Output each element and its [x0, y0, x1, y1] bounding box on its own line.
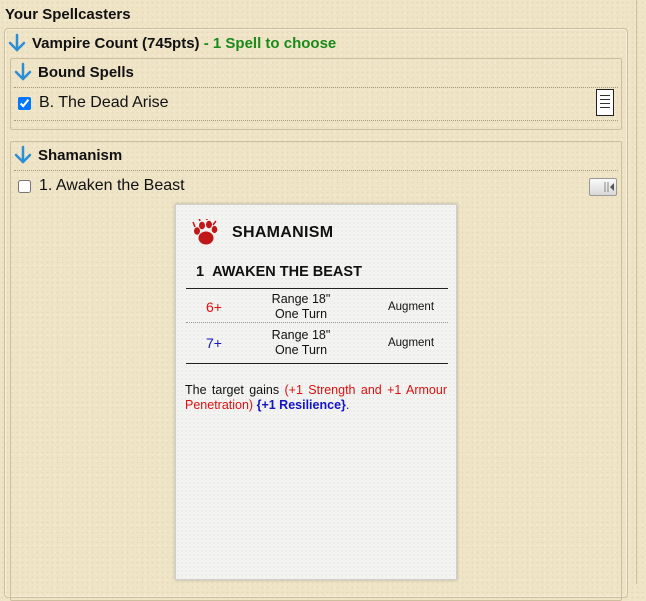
bound-spell-checkbox[interactable] [18, 96, 31, 110]
shamanism-title: Shamanism [38, 146, 123, 164]
divider [14, 170, 618, 171]
card-rule [186, 288, 448, 289]
spell-type: Augment [387, 337, 435, 349]
arrow-down-icon[interactable] [14, 145, 32, 165]
divider [14, 87, 618, 88]
bound-spells-header[interactable]: Bound Spells [14, 62, 134, 82]
range-text: Range 18" [271, 292, 331, 306]
shamanism-spell-row[interactable]: 1. Awaken the Beast [14, 177, 185, 195]
card-spell-title: 1 AWAKEN THE BEAST [196, 264, 362, 280]
arrow-down-icon[interactable] [8, 33, 26, 53]
description-text: The target gains [185, 383, 285, 397]
card-rule [186, 322, 448, 323]
casting-value: 6+ [206, 299, 222, 315]
spell-range: Range 18" One Turn [256, 292, 346, 322]
bound-spells-title: Bound Spells [38, 63, 134, 81]
spell-description: The target gains (+1 Strength and +1 Arm… [185, 383, 447, 413]
page-divider [636, 0, 637, 584]
spell-range: Range 18" One Turn [256, 328, 346, 358]
section-title: Your Spellcasters [5, 6, 131, 23]
spell-number: 1 [196, 264, 205, 280]
caster-header[interactable]: Vampire Count (745pts) - 1 Spell to choo… [8, 33, 336, 53]
arrow-down-icon[interactable] [14, 62, 32, 82]
range-text: Range 18" [271, 328, 331, 342]
shamanism-spell-checkbox[interactable] [18, 179, 31, 193]
spells-to-choose: 1 Spell to choose [212, 34, 337, 52]
shamanism-header[interactable]: Shamanism [14, 145, 122, 165]
bound-spell-label[interactable]: B. The Dead Arise [39, 94, 169, 112]
bound-spell-row[interactable]: B. The Dead Arise [14, 94, 169, 112]
card-rule [186, 363, 448, 364]
caster-separator: - [199, 34, 213, 52]
card-lore-title: SHAMANISM [232, 224, 334, 241]
duration-text: One Turn [274, 307, 328, 321]
document-icon[interactable] [596, 89, 614, 116]
paw-icon [192, 219, 218, 245]
spell-name: AWAKEN THE BEAST [212, 264, 362, 280]
duration-text: One Turn [274, 343, 328, 357]
spell-card: SHAMANISM 1 AWAKEN THE BEAST 6+ Range 18"… [175, 204, 457, 580]
description-blue: {+1 Resilience} [256, 398, 346, 412]
shamanism-spell-label[interactable]: 1. Awaken the Beast [39, 177, 185, 195]
toggle-icon[interactable] [589, 178, 617, 196]
spell-type: Augment [387, 301, 435, 313]
divider [14, 120, 618, 121]
casting-value: 7+ [206, 335, 222, 351]
caster-name: Vampire Count (745pts) [32, 34, 200, 52]
description-end: . [345, 398, 350, 412]
